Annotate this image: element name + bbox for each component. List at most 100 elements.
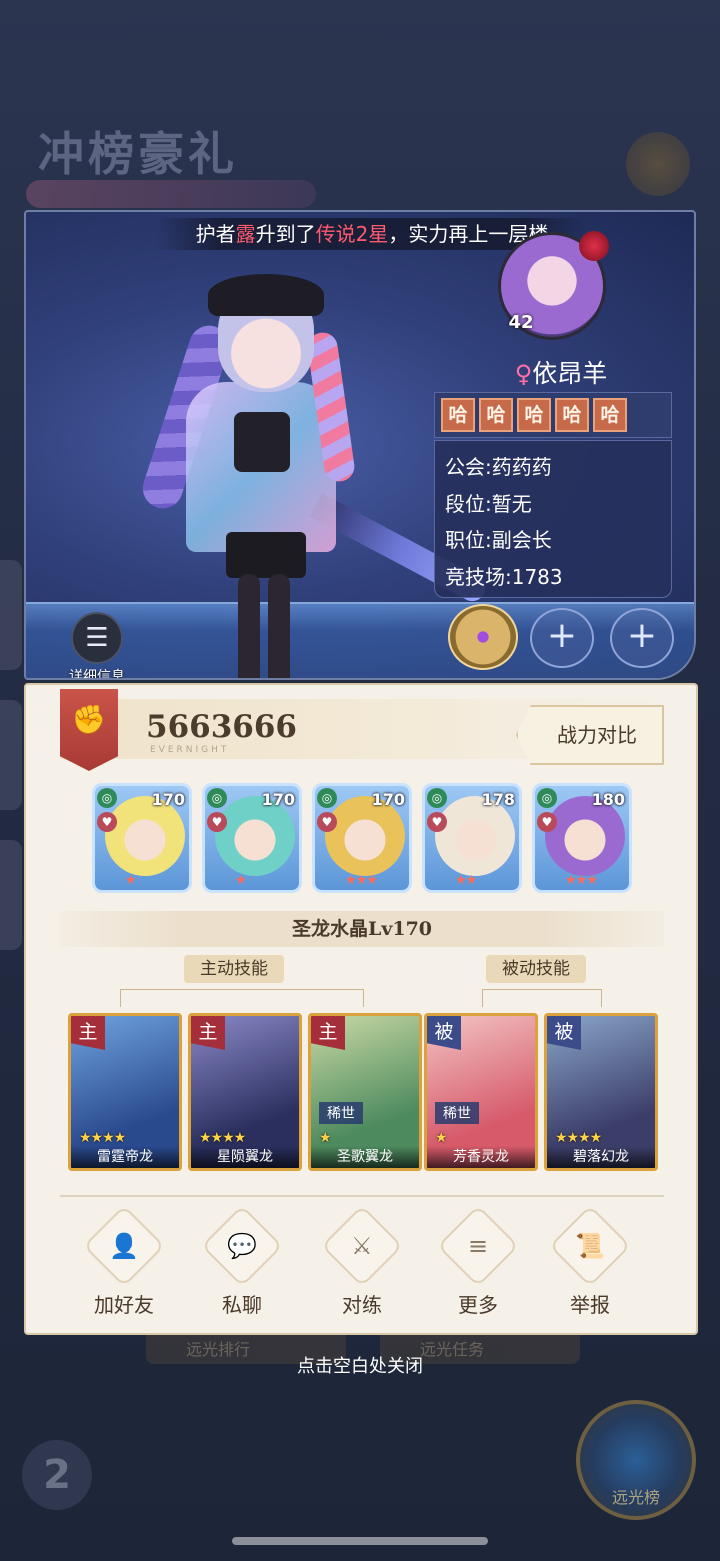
action-label: 加好友: [94, 1293, 154, 1317]
skill-type-badge: 被: [547, 1016, 581, 1050]
power-compare-button[interactable]: 战力对比: [516, 705, 664, 765]
dragon-name: 芳香灵龙: [427, 1146, 535, 1168]
action-button[interactable]: 👤 加好友: [82, 1204, 166, 1318]
dragon-stars: ★★★★: [199, 1130, 246, 1146]
add-friend-icon: 👤: [109, 1231, 139, 1260]
active-skills-label: 主动技能: [184, 955, 284, 983]
hero-card[interactable]: ◎ ♥ 170 ★: [92, 783, 192, 893]
passive-skills-label: 被动技能: [486, 955, 586, 983]
dragon-stars: ★★★★: [555, 1130, 602, 1146]
person-list-icon: ☰: [71, 612, 123, 664]
player-info-box: 公会:药药药 段位:暂无 职位:副会长 竞技场:1783: [434, 440, 672, 598]
rarity-label: 稀世: [435, 1102, 479, 1124]
side-tab: [0, 700, 22, 810]
element-icon: ◎: [427, 788, 447, 808]
skill-type-badge: 被: [427, 1016, 461, 1050]
detail-info-label: 详细信息: [69, 669, 125, 680]
rank-text: 段位:暂无: [445, 491, 532, 516]
combat-power-value: 5663666: [146, 709, 297, 745]
action-label: 举报: [570, 1293, 610, 1317]
divider: [60, 1195, 664, 1197]
skill-type-badge: 主: [191, 1016, 225, 1050]
class-icon: ♥: [427, 812, 447, 832]
detail-info-button[interactable]: ☰ 详细信息: [62, 612, 132, 680]
trophy-icon: [626, 132, 690, 196]
hero-card[interactable]: ◎ ♥ 170 ★: [202, 783, 302, 893]
hero-card[interactable]: ◎ ♥ 178 ★★: [422, 783, 522, 893]
dragon-name: 圣歌翼龙: [311, 1146, 419, 1168]
element-icon: ◎: [537, 788, 557, 808]
active-bracket: [120, 989, 364, 1007]
hero-lineup: ◎ ♥ 170 ★ ◎ ♥ 170 ★ ◎ ♥ 170 ★★★ ◎ ♥ 178 ★★ ◎ ♥ 180 ★★★: [92, 783, 652, 895]
position-text: 职位:副会长: [445, 528, 552, 552]
chat-icon: 💬: [227, 1231, 257, 1260]
game-logo-icon: 2: [22, 1440, 92, 1510]
hero-stars: ★: [125, 873, 137, 888]
action-button[interactable]: 💬 私聊: [200, 1204, 284, 1318]
event-subtitle-bar: [26, 180, 316, 208]
rarity-label: 稀世: [319, 1102, 363, 1124]
close-hint[interactable]: 点击空白处关闭: [0, 1352, 720, 1378]
dragon-card[interactable]: 主稀世 ★ 圣歌翼龙: [308, 1013, 422, 1171]
hero-level: 170: [261, 790, 295, 809]
title-tag: 哈: [555, 398, 589, 432]
element-icon: ◎: [97, 788, 117, 808]
side-tab: [0, 840, 22, 950]
hero-card[interactable]: ◎ ♥ 180 ★★★: [532, 783, 632, 893]
action-button[interactable]: ⚔ 对练: [320, 1204, 404, 1318]
element-icon: ◎: [317, 788, 337, 808]
power-watermark: EVERNIGHT: [150, 745, 230, 755]
hero-level: 180: [591, 790, 625, 809]
skill-type-badge: 主: [311, 1016, 345, 1050]
dragon-stars: ★★★★: [79, 1130, 126, 1146]
dragon-name: 雷霆帝龙: [71, 1146, 179, 1168]
hero-stars: ★★: [455, 873, 477, 888]
dragon-card[interactable]: 主 ★★★★ 雷霆帝龙: [68, 1013, 182, 1171]
title-tags: 哈 哈 哈 哈 哈: [434, 392, 672, 438]
player-name: ♀依昂羊: [514, 359, 608, 388]
home-indicator[interactable]: [232, 1537, 488, 1545]
empty-badge-slot[interactable]: +: [610, 608, 674, 668]
player-level: 42: [508, 312, 534, 333]
title-tag: 哈: [517, 398, 551, 432]
hero-level: 178: [481, 790, 515, 809]
player-avatar[interactable]: 42: [498, 231, 609, 340]
action-label: 对练: [342, 1293, 382, 1317]
character-panel: 护者露升到了传说2星，实力再上一层楼 ☰ 详细信息 42 ♀依昂羊 哈 哈 哈 …: [24, 210, 696, 680]
dragon-card[interactable]: 被 ★★★★ 碧落幻龙: [544, 1013, 658, 1171]
more-list-icon: ≡: [467, 1231, 489, 1260]
fist-icon: ✊: [60, 689, 118, 771]
action-label: 更多: [458, 1293, 498, 1317]
report-scroll-icon: 📜: [575, 1231, 605, 1260]
dragon-name: 星陨翼龙: [191, 1146, 299, 1168]
side-tab: [0, 560, 22, 670]
bg-ranking-button: 远光榜: [576, 1400, 696, 1520]
class-icon: ♥: [537, 812, 557, 832]
action-label: 私聊: [222, 1293, 262, 1317]
dragon-card[interactable]: 主 ★★★★ 星陨翼龙: [188, 1013, 302, 1171]
crystal-level: 圣龙水晶Lv170: [60, 911, 664, 947]
player-detail-card: ✊ 5663666 EVERNIGHT 战力对比 ◎ ♥ 170 ★ ◎ ♥ 170 ★ ◎ ♥ 1…: [24, 683, 698, 1335]
dragon-stars: ★: [435, 1130, 448, 1146]
rose-frame-icon: [579, 231, 609, 261]
arena-text: 竞技场:1783: [445, 564, 563, 589]
skill-type-badge: 主: [71, 1016, 105, 1050]
hero-level: 170: [151, 790, 185, 809]
class-icon: ♥: [207, 812, 227, 832]
title-tag: 哈: [593, 398, 627, 432]
empty-badge-slot[interactable]: +: [530, 608, 594, 668]
character-model: [137, 262, 490, 678]
dragon-card[interactable]: 被稀世 ★ 芳香灵龙: [424, 1013, 538, 1171]
hero-stars: ★: [235, 873, 247, 888]
action-button[interactable]: 📜 举报: [548, 1204, 632, 1318]
event-title: 冲榜豪礼: [38, 127, 238, 181]
dragon-stars: ★: [319, 1130, 332, 1146]
element-icon: ◎: [207, 788, 227, 808]
hero-card[interactable]: ◎ ♥ 170 ★★★: [312, 783, 412, 893]
dragon-name: 碧落幻龙: [547, 1146, 655, 1168]
crossed-swords-icon: ⚔: [351, 1231, 373, 1260]
gold-badge-icon[interactable]: [448, 604, 518, 670]
action-button[interactable]: ≡ 更多: [436, 1204, 520, 1318]
hero-stars: ★★★: [565, 873, 598, 888]
guild-text: 公会:药药药: [445, 455, 552, 479]
